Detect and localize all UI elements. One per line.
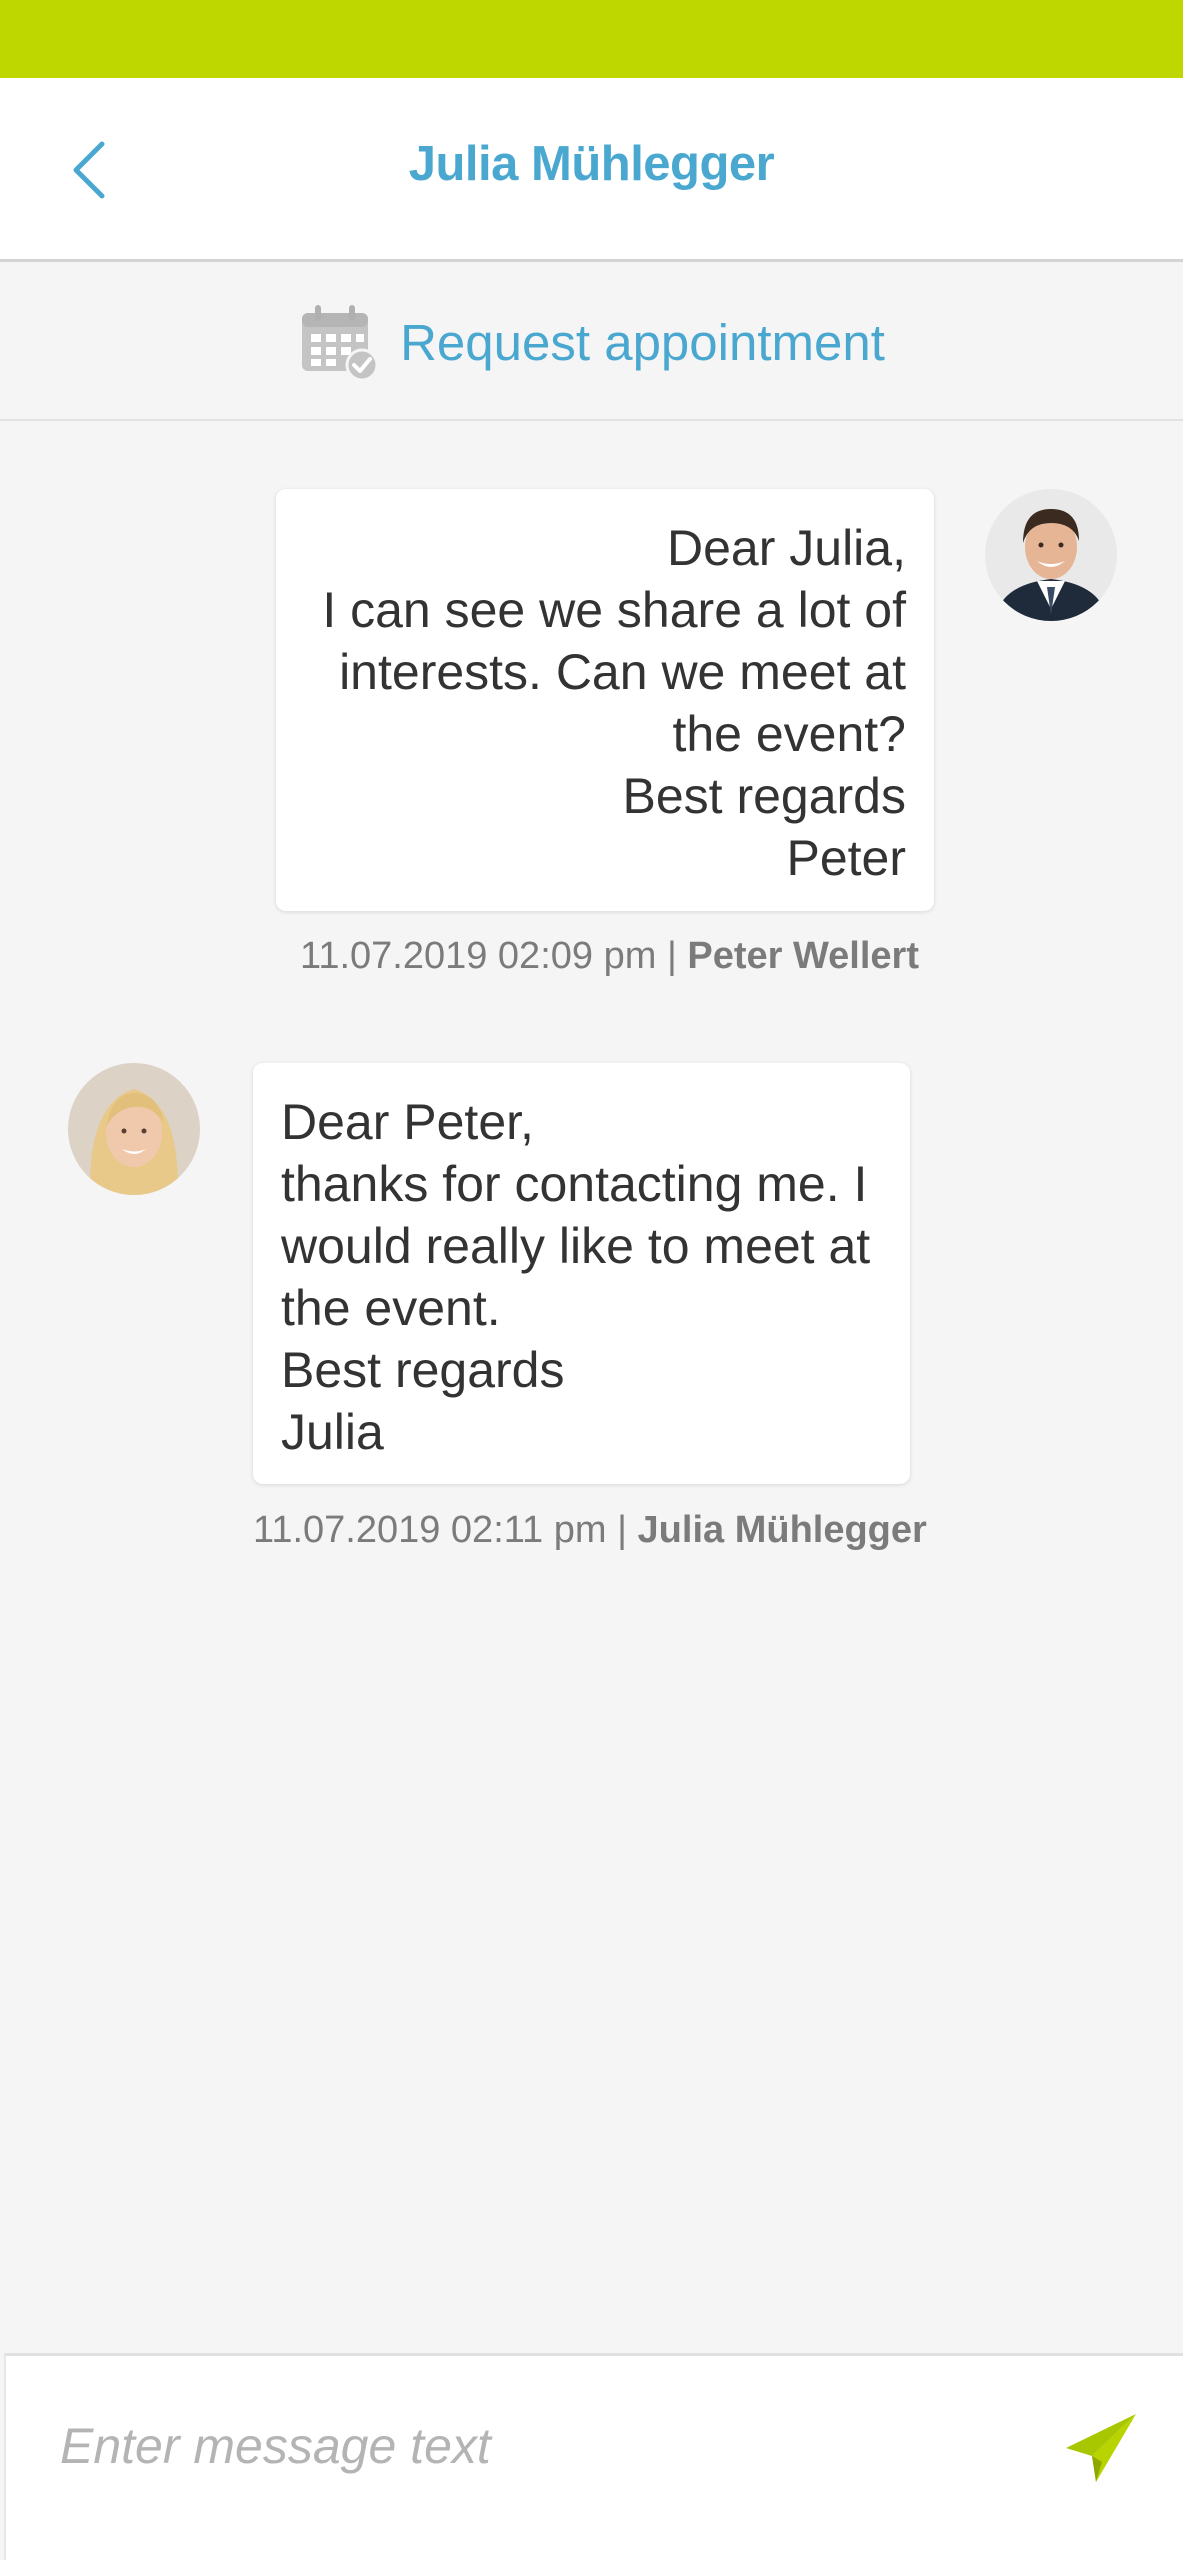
- calendar-check-icon: [302, 305, 379, 382]
- chat-thread[interactable]: Dear Julia, I can see we share a lot of …: [0, 423, 1183, 2353]
- message-author: Julia Mühlegger: [637, 1509, 927, 1551]
- paper-plane-icon: [1066, 2414, 1136, 2482]
- message-bubble-received: Dear Peter, thanks for contacting me. I …: [253, 1063, 910, 1484]
- avatar-peter: [985, 489, 1117, 621]
- woman-portrait-icon: [68, 1063, 200, 1195]
- message-timestamp: 11.07.2019 02:09 pm: [300, 935, 657, 977]
- meta-separator: |: [666, 935, 677, 977]
- send-button[interactable]: [1062, 2410, 1142, 2490]
- meta-separator: |: [617, 1509, 627, 1551]
- message-bubble-sent: Dear Julia, I can see we share a lot of …: [276, 489, 934, 911]
- man-portrait-icon: [985, 489, 1117, 621]
- message-meta-sent: 11.07.2019 02:09 pm | Peter Wellert: [300, 935, 919, 978]
- message-meta-received: 11.07.2019 02:11 pm | Julia Mühlegger: [253, 1509, 927, 1552]
- message-composer: [4, 2353, 1183, 2560]
- message-input[interactable]: [60, 2396, 1020, 2496]
- message-timestamp: 11.07.2019 02:11 pm: [253, 1509, 607, 1551]
- request-appointment-button[interactable]: Request appointment: [0, 265, 1183, 421]
- app-header: Julia Mühlegger: [0, 78, 1183, 262]
- avatar-julia: [68, 1063, 200, 1195]
- page-title: Julia Mühlegger: [408, 137, 775, 191]
- message-author: Peter Wellert: [687, 935, 919, 977]
- request-appointment-label: Request appointment: [400, 313, 885, 371]
- status-bar: [0, 0, 1183, 78]
